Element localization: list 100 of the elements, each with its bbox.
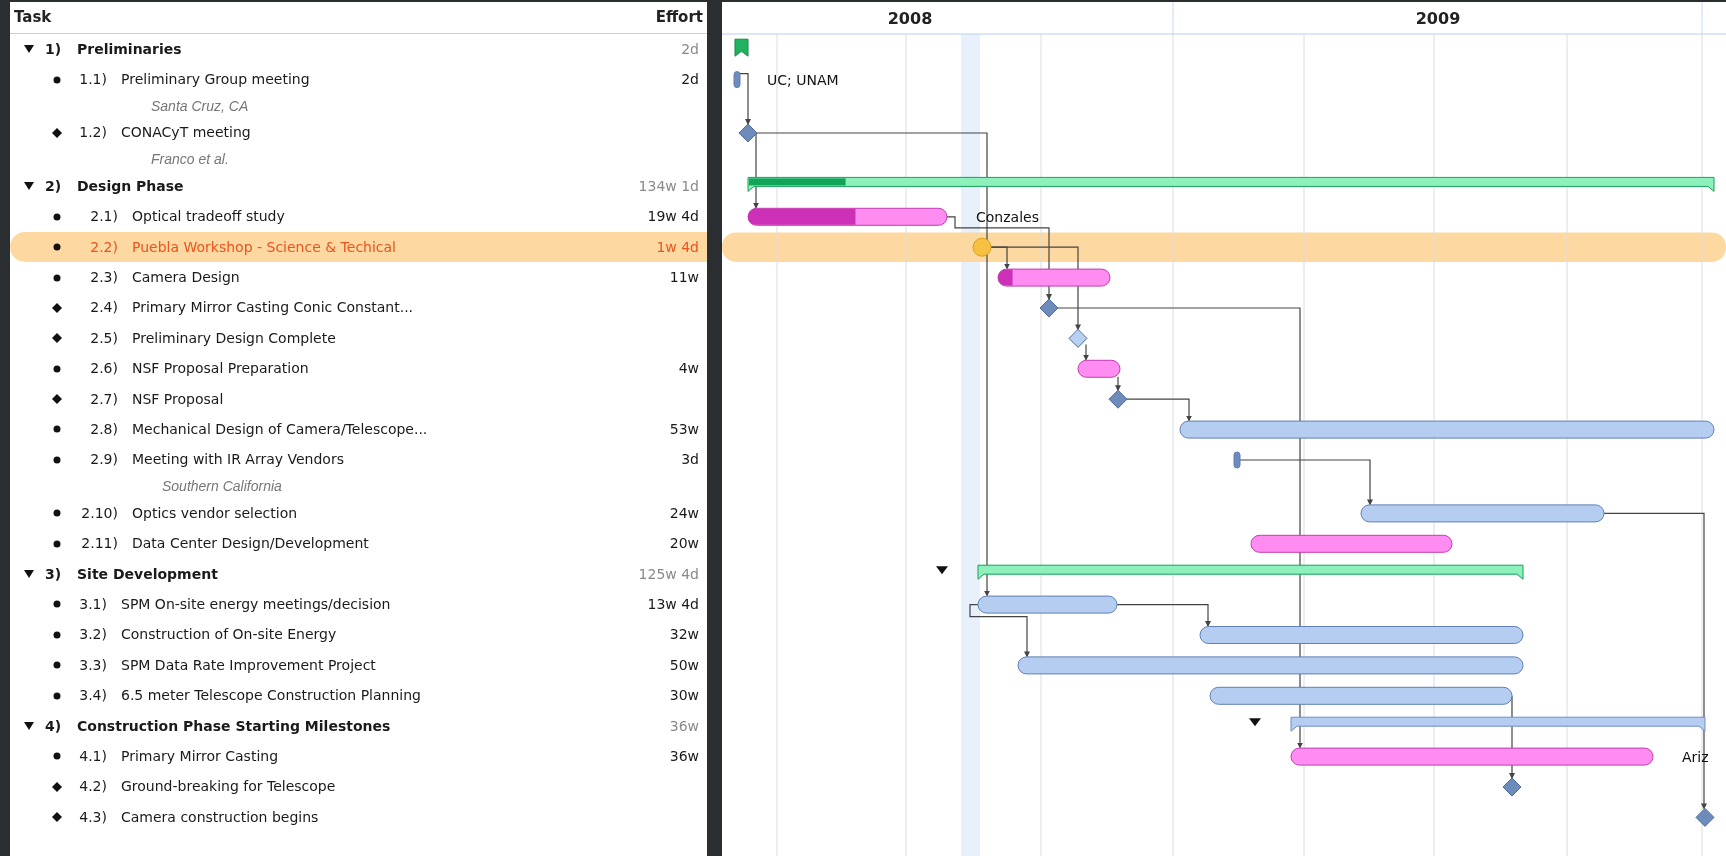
task-title[interactable]: Site Development — [77, 563, 218, 585]
resource-label: Conzales — [976, 208, 1039, 225]
task-title[interactable]: Ground-breaking for Telescope — [121, 776, 336, 798]
year-label: 2008 — [887, 9, 933, 28]
task-title[interactable]: Mechanical Design of Camera/Telescope... — [132, 419, 428, 440]
effort-value: 2d — [681, 70, 699, 90]
task-number: 2.2) — [89, 237, 118, 257]
resource-label: UC; UNAM — [767, 71, 839, 88]
task-number: 2.8) — [89, 420, 118, 439]
task-number: 2.1) — [89, 207, 118, 227]
task-number: 2) — [45, 176, 63, 196]
task-title[interactable]: Preliminary Design Complete — [132, 327, 336, 349]
task-title[interactable]: NSF Proposal — [132, 388, 224, 410]
effort-value: 1w 4d — [656, 237, 699, 257]
effort-value: 36w — [669, 716, 699, 736]
connector-arrow — [739, 73, 751, 125]
task-number: 2.9) — [89, 450, 118, 470]
task-title[interactable]: Meeting with IR Array Vendors — [132, 449, 344, 471]
task-title[interactable]: Optics vendor selection — [132, 502, 298, 524]
task-number: 4.3) — [78, 807, 107, 827]
year-label: 2009 — [1415, 9, 1461, 28]
collapse-triangle-icon[interactable] — [1249, 718, 1261, 727]
task-number: 1.1) — [78, 70, 107, 90]
task-marker[interactable] — [1233, 451, 1241, 469]
task-bar[interactable] — [1209, 686, 1513, 705]
note-text: Franco et al. — [151, 150, 229, 170]
diamond-bullet-icon — [51, 126, 63, 139]
task-bar[interactable] — [1250, 534, 1453, 553]
task-bar[interactable] — [1360, 504, 1605, 523]
task-title[interactable]: Primary Mirror Casting — [121, 745, 279, 767]
summary-bar[interactable] — [1290, 716, 1706, 732]
task-title[interactable]: SPM On-site energy meetings/decision — [121, 593, 391, 615]
diamond-bullet-icon — [51, 780, 63, 793]
column-header[interactable]: Effort — [655, 6, 703, 29]
effort-value: 53w — [669, 420, 699, 439]
task-title[interactable]: Preliminaries — [77, 38, 182, 60]
task-number: 2.10) — [80, 503, 118, 523]
milestone-diamond[interactable] — [1068, 328, 1088, 348]
task-title[interactable]: 6.5 meter Telescope Construction Planning — [121, 685, 421, 707]
effort-value: 24w — [669, 503, 699, 523]
task-number: 2.6) — [89, 359, 118, 379]
task-number: 1.2) — [78, 123, 107, 143]
task-title[interactable]: Construction of On-site Energy — [121, 624, 337, 646]
effort-value: 19w 4d — [647, 207, 699, 227]
effort-value: 125w 4d — [638, 564, 699, 584]
task-number: 4.2) — [78, 777, 107, 797]
disclosure-triangle-icon[interactable] — [23, 720, 35, 732]
task-title[interactable]: Construction Phase Starting Milestones — [77, 715, 391, 737]
task-title[interactable]: NSF Proposal Preparation — [132, 358, 309, 380]
task-number: 2.4) — [89, 298, 118, 318]
task-number: 2.5) — [89, 328, 118, 348]
effort-value: 134w 1d — [638, 176, 699, 196]
task-number: 2.3) — [89, 268, 118, 288]
summary-bar[interactable] — [747, 176, 1715, 192]
diamond-bullet-icon — [51, 393, 63, 406]
effort-value: 50w — [669, 655, 699, 675]
task-number: 3.4) — [78, 686, 107, 706]
task-number: 4) — [45, 716, 63, 736]
effort-value: 13w 4d — [647, 594, 699, 614]
task-bar[interactable] — [977, 595, 1118, 614]
task-title[interactable]: CONACyT meeting — [121, 122, 251, 144]
task-number: 2.11) — [80, 534, 118, 554]
task-number: 1) — [45, 39, 63, 59]
task-number: 3.1) — [78, 594, 107, 614]
task-title[interactable]: Preliminary Group meeting — [121, 69, 310, 91]
task-title[interactable]: Camera construction begins — [121, 806, 319, 828]
milestone-diamond[interactable] — [1502, 777, 1522, 797]
task-title[interactable]: Camera Design — [132, 267, 240, 289]
task-title[interactable]: Primary Mirror Casting Conic Constant... — [132, 297, 414, 319]
task-number: 3.2) — [78, 625, 107, 645]
task-number: 2.7) — [89, 389, 118, 409]
diamond-bullet-icon — [51, 301, 63, 314]
task-title[interactable]: Optical tradeoff study — [132, 206, 285, 228]
milestone-diamond[interactable] — [738, 123, 758, 143]
effort-value: 11w — [669, 268, 699, 288]
milestone-diamond[interactable] — [1039, 298, 1059, 318]
effort-value: 4w — [678, 359, 699, 379]
effort-value: 30w — [669, 686, 699, 706]
connector-arrow — [969, 604, 1030, 658]
diamond-bullet-icon — [51, 332, 63, 345]
effort-value: 36w — [669, 746, 699, 766]
task-bar[interactable] — [1077, 359, 1121, 378]
column-header[interactable]: Task — [14, 6, 52, 29]
task-marker[interactable] — [733, 71, 741, 89]
effort-value: 3d — [681, 450, 699, 470]
task-number: 3.3) — [78, 655, 107, 675]
diamond-bullet-icon — [51, 811, 63, 824]
milestone-diamond[interactable] — [1695, 807, 1715, 827]
collapse-triangle-icon[interactable] — [936, 566, 948, 575]
effort-value: 20w — [669, 534, 699, 554]
note-text: Southern California — [162, 477, 282, 497]
note-text: Santa Cruz, CA — [151, 96, 249, 116]
milestone-diamond[interactable] — [1108, 389, 1128, 409]
summary-bar[interactable] — [977, 564, 1524, 580]
task-title[interactable]: SPM Data Rate Improvement Project — [121, 654, 376, 676]
task-number: 3) — [45, 564, 63, 584]
task-title[interactable]: Design Phase — [77, 175, 184, 197]
resource-label: Ariz — [1682, 748, 1709, 765]
task-title[interactable]: Data Center Design/Development — [132, 533, 369, 555]
task-bar[interactable] — [1199, 626, 1524, 644]
